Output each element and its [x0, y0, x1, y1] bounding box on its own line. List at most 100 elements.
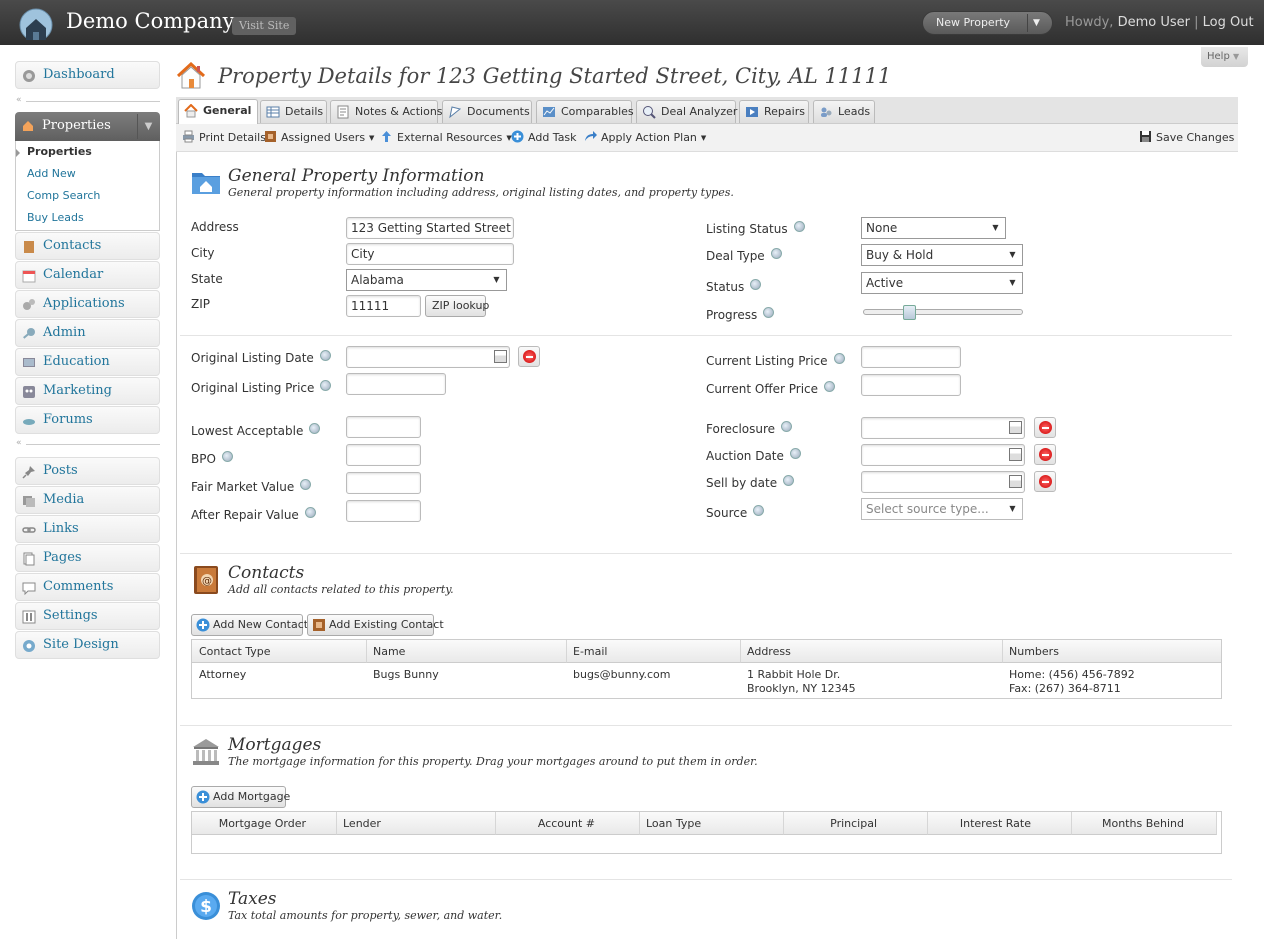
help-tooltip-icon[interactable] [304, 507, 316, 518]
sidebar-item-contacts[interactable]: Contacts [15, 232, 160, 260]
chevron-down-icon[interactable]: ▼ [137, 114, 159, 139]
apply-action-plan-dropdown[interactable]: Apply Action Plan ▼ [584, 130, 706, 144]
help-button[interactable]: Help ▼ [1201, 47, 1248, 67]
state-select[interactable]: Alabama ▼ [346, 269, 507, 291]
original-listing-price-input[interactable] [346, 373, 446, 395]
column-header[interactable]: Principal [784, 812, 928, 835]
submenu-item-properties[interactable]: Properties [27, 145, 92, 158]
help-tooltip-icon[interactable] [789, 448, 801, 459]
save-changes-button[interactable]: Save Changes [1139, 130, 1234, 144]
column-header[interactable]: Address [741, 640, 1003, 663]
help-tooltip-icon[interactable] [309, 423, 321, 434]
sidebar-item-links[interactable]: Links [15, 515, 160, 543]
tab-details[interactable]: Details [260, 100, 327, 123]
sidebar-item-forums[interactable]: Forums [15, 406, 160, 434]
new-property-button[interactable]: New Property ▼ [922, 11, 1053, 35]
tab-comparables[interactable]: Comparables [536, 100, 634, 123]
help-tooltip-icon[interactable] [763, 307, 775, 318]
tab-general[interactable]: General [178, 99, 258, 124]
listing-status-select[interactable]: None ▼ [861, 217, 1006, 239]
add-task-button[interactable]: Add Task [511, 130, 577, 144]
column-header[interactable]: Contact Type [192, 640, 367, 663]
column-header[interactable]: Months Behind [1072, 812, 1217, 835]
column-header[interactable]: Interest Rate [928, 812, 1072, 835]
sidebar-item-site-design[interactable]: Site Design [15, 631, 160, 659]
zip-lookup-button[interactable]: ZIP lookup [425, 295, 489, 317]
help-tooltip-icon[interactable] [319, 350, 331, 361]
sidebar-item-comments[interactable]: Comments [15, 573, 160, 601]
current-listing-price-input[interactable] [861, 346, 961, 368]
calendar-icon[interactable] [494, 350, 507, 363]
zip-input[interactable]: 11111 [346, 295, 421, 317]
sidebar-item-media[interactable]: Media [15, 486, 160, 514]
calendar-icon[interactable] [1009, 421, 1022, 434]
help-tooltip-icon[interactable] [783, 475, 795, 486]
contact-email-cell[interactable]: bugs@bunny.com [573, 668, 671, 682]
help-tooltip-icon[interactable] [824, 381, 836, 392]
user-name-link[interactable]: Demo User [1118, 15, 1190, 30]
sidebar-item-posts[interactable]: Posts [15, 457, 160, 485]
deal-type-select[interactable]: Buy & Hold ▼ [861, 244, 1023, 266]
sell-by-date-input[interactable] [861, 471, 1025, 493]
calendar-icon[interactable] [1009, 448, 1022, 461]
sidebar-item-settings[interactable]: Settings [15, 602, 160, 630]
sidebar-item-education[interactable]: Education [15, 348, 160, 376]
lowest-acceptable-input[interactable] [346, 416, 421, 438]
progress-slider-handle[interactable] [903, 305, 916, 320]
after-repair-value-input[interactable] [346, 500, 421, 522]
current-offer-price-input[interactable] [861, 374, 961, 396]
sidebar-item-dashboard[interactable]: Dashboard [15, 61, 160, 89]
foreclosure-date-input[interactable] [861, 417, 1025, 439]
sidebar-item-pages[interactable]: Pages [15, 544, 160, 572]
column-header[interactable]: Numbers [1003, 640, 1221, 663]
fair-market-value-input[interactable] [346, 472, 421, 494]
column-header[interactable]: Mortgage Order [192, 812, 337, 835]
tab-deal-analyzer[interactable]: Deal Analyzer [636, 100, 737, 123]
site-logo-icon[interactable] [17, 6, 55, 40]
sidebar-item-marketing[interactable]: Marketing [15, 377, 160, 405]
help-tooltip-icon[interactable] [781, 421, 793, 432]
help-tooltip-icon[interactable] [750, 279, 762, 290]
help-tooltip-icon[interactable] [221, 451, 233, 462]
help-tooltip-icon[interactable] [770, 248, 782, 259]
help-tooltip-icon[interactable] [793, 221, 805, 232]
chevron-down-icon[interactable]: ▼ [1033, 12, 1040, 34]
original-listing-date-input[interactable] [346, 346, 510, 368]
column-header[interactable]: Lender [337, 812, 496, 835]
add-new-contact-button[interactable]: Add New Contact [191, 614, 308, 636]
assigned-users-dropdown[interactable]: Assigned Users ▼ [264, 130, 374, 144]
tab-notes-actions[interactable]: Notes & Actions [330, 100, 443, 123]
clear-foreclosure-button[interactable] [1034, 417, 1056, 438]
visit-site-button[interactable]: Visit Site [232, 17, 297, 35]
clear-sell-by-date-button[interactable] [1034, 471, 1056, 492]
collapse-menu-icon[interactable]: « [16, 95, 22, 105]
calendar-icon[interactable] [1009, 475, 1022, 488]
print-details-button[interactable]: Print Details [182, 130, 266, 144]
help-tooltip-icon[interactable] [320, 380, 332, 391]
status-select[interactable]: Active ▼ [861, 272, 1023, 294]
logout-link[interactable]: Log Out [1203, 15, 1254, 30]
sidebar-item-calendar[interactable]: Calendar [15, 261, 160, 289]
external-resources-dropdown[interactable]: External Resources ▼ [380, 130, 512, 144]
auction-date-input[interactable] [861, 444, 1025, 466]
column-header[interactable]: E-mail [567, 640, 741, 663]
site-name[interactable]: Demo Company [66, 9, 234, 33]
help-tooltip-icon[interactable] [833, 353, 845, 364]
submenu-item-add-new[interactable]: Add New [27, 167, 76, 180]
column-header[interactable]: Loan Type [640, 812, 784, 835]
sidebar-item-admin[interactable]: Admin [15, 319, 160, 347]
city-input[interactable]: City [346, 243, 514, 265]
clear-date-button[interactable] [518, 346, 540, 367]
help-tooltip-icon[interactable] [300, 479, 312, 490]
help-tooltip-icon[interactable] [753, 505, 765, 516]
submenu-item-buy-leads[interactable]: Buy Leads [27, 211, 84, 224]
bpo-input[interactable] [346, 444, 421, 466]
sidebar-item-applications[interactable]: Applications [15, 290, 160, 318]
sidebar-item-properties[interactable]: Properties ▼ [15, 112, 160, 141]
collapse-menu-icon[interactable]: « [16, 438, 22, 448]
add-existing-contact-button[interactable]: Add Existing Contact [307, 614, 444, 636]
submenu-item-comp-search[interactable]: Comp Search [27, 189, 100, 202]
tab-repairs[interactable]: Repairs [739, 100, 809, 123]
clear-auction-date-button[interactable] [1034, 444, 1056, 465]
address-input[interactable]: 123 Getting Started Street [346, 217, 514, 239]
